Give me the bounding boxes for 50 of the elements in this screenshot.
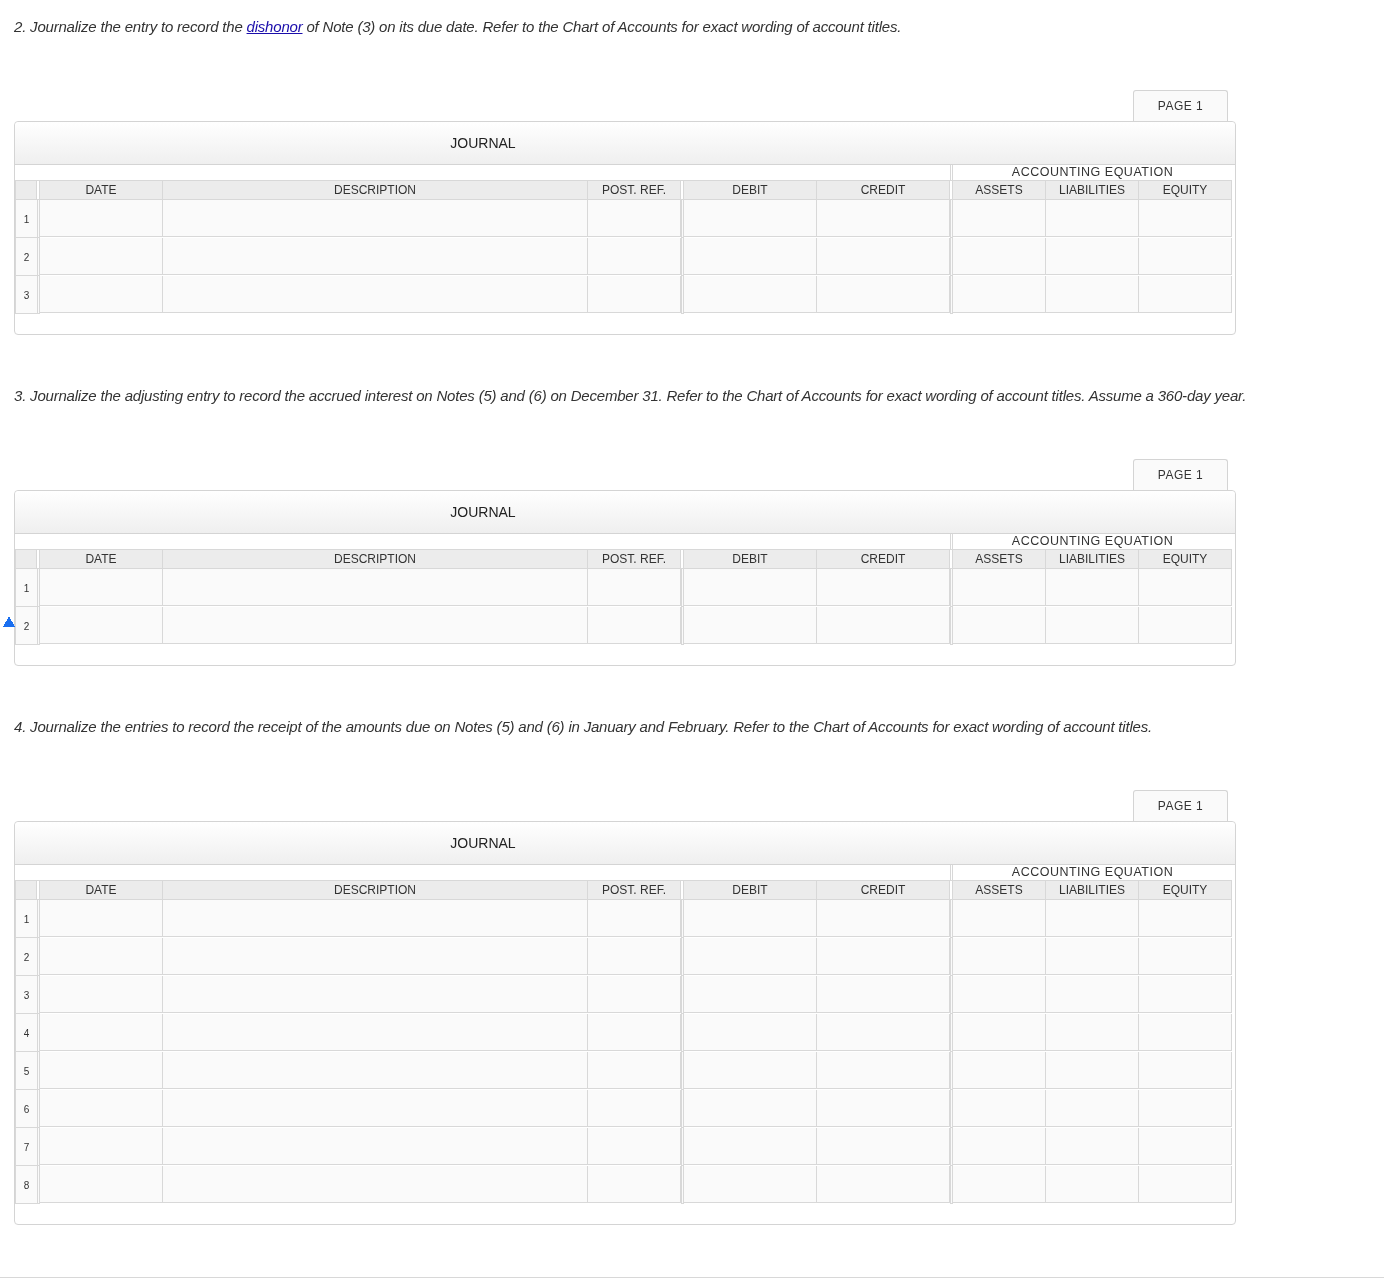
row-number: 2 bbox=[23, 620, 30, 632]
column-header: EQUITY bbox=[1139, 549, 1232, 569]
row-number: 6 bbox=[23, 1103, 30, 1115]
column-header: DESCRIPTION bbox=[163, 880, 588, 900]
column-header: DATE bbox=[40, 549, 163, 569]
row-number: 4 bbox=[23, 1027, 30, 1039]
instruction-text: 3. Journalize the adjusting entry to record the accrued interest on Notes (5) and (6) on December 31. Refer to the Chart of Accounts for exact wording of account titles. Assume a 360-day year. bbox=[14, 387, 1248, 404]
row-number: 5 bbox=[23, 1065, 30, 1077]
column-header: POST. REF. bbox=[588, 880, 681, 900]
column-header: POST. REF. bbox=[588, 549, 681, 569]
row-number: 8 bbox=[23, 1179, 30, 1191]
journal-title: JOURNAL bbox=[450, 504, 516, 520]
page-tab[interactable]: PAGE 1 bbox=[1133, 90, 1228, 121]
row-number: 1 bbox=[23, 582, 30, 594]
page-tab[interactable]: PAGE 1 bbox=[1133, 790, 1228, 821]
column-header: POST. REF. bbox=[588, 180, 681, 200]
column-header: ASSETS bbox=[953, 880, 1046, 900]
column-header: LIABILITIES bbox=[1046, 549, 1139, 569]
column-header: DESCRIPTION bbox=[163, 549, 588, 569]
column-header: LIABILITIES bbox=[1046, 880, 1139, 900]
row-number: 7 bbox=[23, 1141, 30, 1153]
row-number: 2 bbox=[23, 251, 30, 263]
column-header: DESCRIPTION bbox=[163, 180, 588, 200]
equation-label: ACCOUNTING EQUATION bbox=[1010, 534, 1175, 549]
row-number: 3 bbox=[23, 289, 30, 301]
column-header: DATE bbox=[40, 880, 163, 900]
term-link[interactable]: dishonor bbox=[246, 18, 303, 35]
column-header: CREDIT bbox=[817, 880, 950, 900]
column-header: CREDIT bbox=[817, 549, 950, 569]
instruction-text: 4. Journalize the entries to record the receipt of the amounts due on Notes (5) and (6) in January and February. Refer to the Chart of Accounts for exact wording of account titles. bbox=[14, 718, 1153, 735]
equation-label: ACCOUNTING EQUATION bbox=[1010, 165, 1175, 180]
column-header: ASSETS bbox=[953, 549, 1046, 569]
row-number: 1 bbox=[23, 213, 30, 225]
column-header: DEBIT bbox=[684, 180, 817, 200]
row-number: 3 bbox=[23, 989, 30, 1001]
column-header: LIABILITIES bbox=[1046, 180, 1139, 200]
page-tab[interactable]: PAGE 1 bbox=[1133, 459, 1228, 490]
journal-title: JOURNAL bbox=[450, 835, 516, 851]
column-header: ASSETS bbox=[953, 180, 1046, 200]
journal-title: JOURNAL bbox=[450, 135, 516, 151]
column-header: EQUITY bbox=[1139, 880, 1232, 900]
equation-label: ACCOUNTING EQUATION bbox=[1010, 865, 1175, 880]
instruction-text: 2. Journalize the entry to record the dishonor of Note (3) on its due date. Refer to the Chart of Accounts for exact wording of account titles. bbox=[14, 18, 903, 35]
column-header: DEBIT bbox=[684, 549, 817, 569]
column-header: DATE bbox=[40, 180, 163, 200]
row-number: 2 bbox=[23, 951, 30, 963]
column-header: CREDIT bbox=[817, 180, 950, 200]
column-header: EQUITY bbox=[1139, 180, 1232, 200]
column-header: DEBIT bbox=[684, 880, 817, 900]
row-number: 1 bbox=[23, 913, 30, 925]
